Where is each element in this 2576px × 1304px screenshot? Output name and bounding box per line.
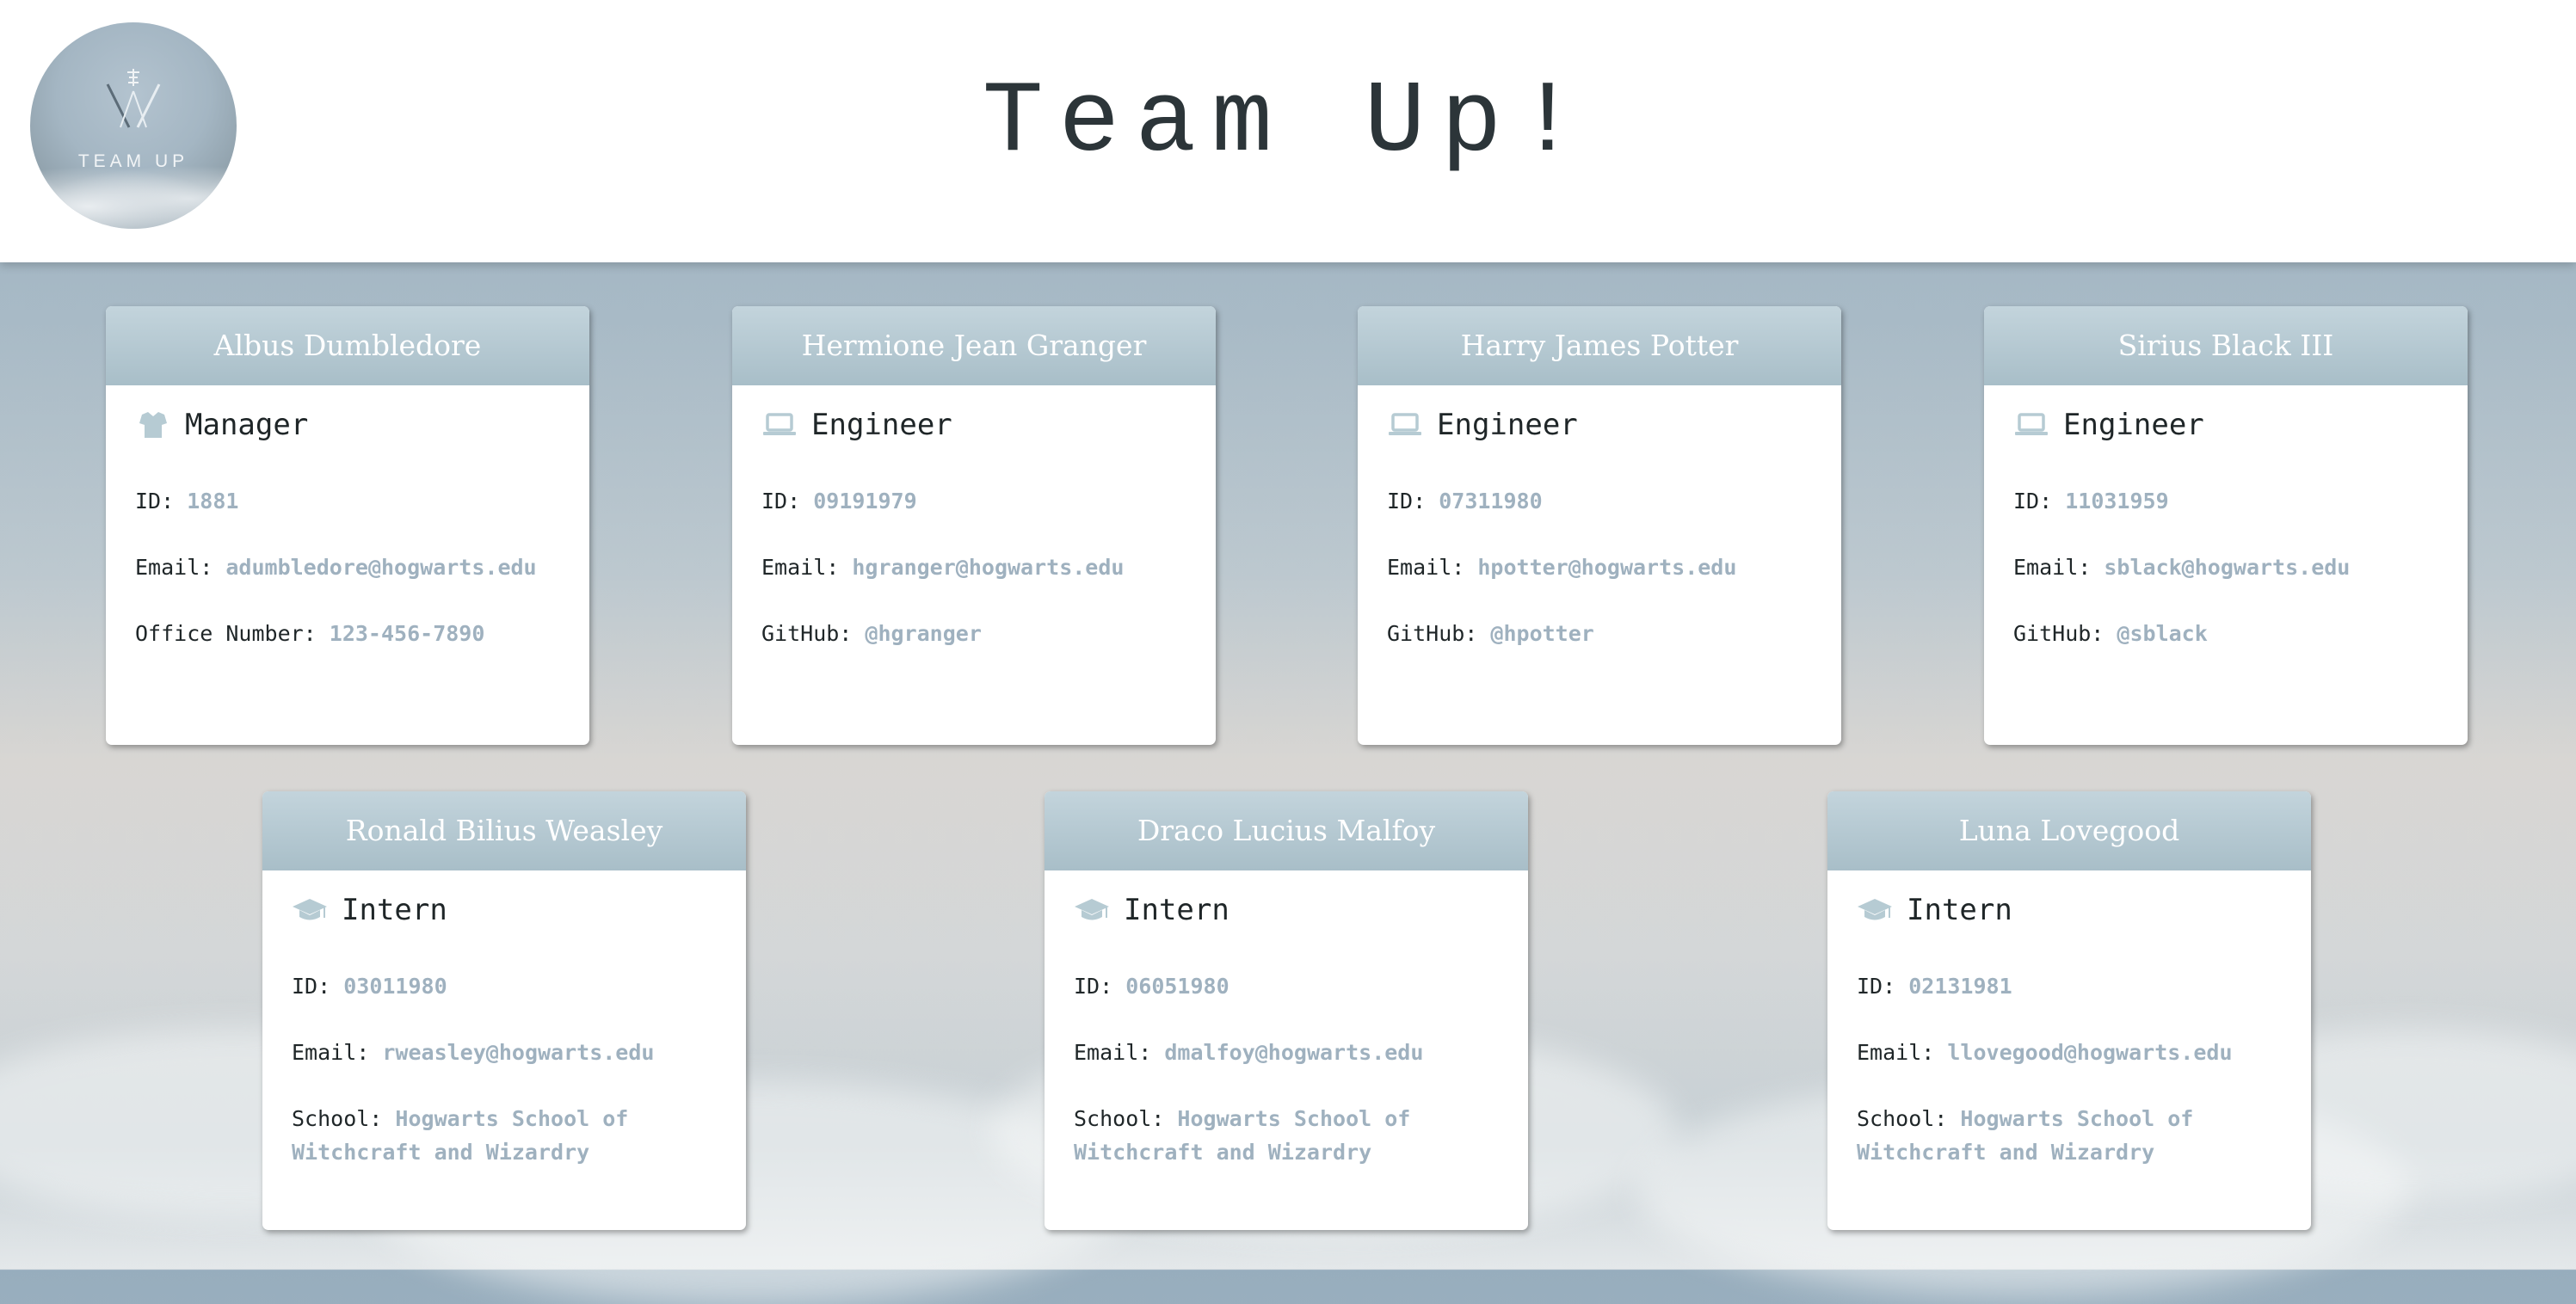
page-header: TEAM UP Team Up!: [0, 0, 2576, 262]
employee-card: Ronald Bilius Weasley Intern ID: 0301198…: [262, 791, 746, 1230]
email-link[interactable]: adumbledore@hogwarts.edu: [225, 555, 536, 580]
id-row: ID: 07311980: [1387, 484, 1543, 518]
employee-card: Luna Lovegood Intern ID: 02131981 Email:…: [1827, 791, 2311, 1230]
id-label: ID:: [2013, 489, 2053, 514]
id-value: 09191979: [813, 489, 917, 514]
github-row: GitHub: @hpotter: [1387, 617, 1594, 650]
card-role: Engineer: [1387, 403, 1578, 446]
email-row: Email: dmalfoy@hogwarts.edu: [1074, 1036, 1423, 1069]
email-link[interactable]: llovegood@hogwarts.edu: [1947, 1040, 2232, 1065]
card-role: Intern: [292, 889, 447, 932]
school-row: School: Hogwarts School of Witchcraft an…: [1857, 1102, 2252, 1169]
email-label: Email:: [761, 555, 840, 580]
laptop-icon: [2013, 410, 2049, 440]
id-label: ID:: [1387, 489, 1427, 514]
card-name: Hermione Jean Granger: [732, 306, 1216, 385]
graduation-cap-icon: [1857, 895, 1893, 925]
employee-card: Draco Lucius Malfoy Intern ID: 06051980 …: [1045, 791, 1528, 1230]
github-label: GitHub:: [2013, 621, 2105, 646]
school-row: School: Hogwarts School of Witchcraft an…: [1074, 1102, 1470, 1169]
github-label: GitHub:: [761, 621, 853, 646]
email-row: Email: adumbledore@hogwarts.edu: [135, 551, 537, 584]
role-label: Engineer: [811, 408, 952, 442]
card-name: Ronald Bilius Weasley: [262, 791, 746, 870]
id-row: ID: 03011980: [292, 969, 447, 1003]
id-value: 03011980: [343, 974, 447, 999]
office-number-row: Office Number: 123-456-7890: [135, 617, 484, 650]
email-row: Email: rweasley@hogwarts.edu: [292, 1036, 654, 1069]
laptop-icon: [1387, 410, 1423, 440]
role-label: Intern: [1124, 893, 1229, 927]
office-number-label: Office Number:: [135, 621, 317, 646]
id-label: ID:: [135, 489, 175, 514]
github-row: GitHub: @hgranger: [761, 617, 982, 650]
card-role: Manager: [135, 403, 308, 446]
id-label: ID:: [1074, 974, 1113, 999]
github-label: GitHub:: [1387, 621, 1478, 646]
employee-card: Albus Dumbledore Manager ID: 1881 Email:…: [106, 306, 589, 745]
email-row: Email: sblack@hogwarts.edu: [2013, 551, 2350, 584]
office-number-value: 123-456-7890: [329, 621, 485, 646]
role-label: Manager: [185, 408, 309, 442]
card-role: Engineer: [761, 403, 952, 446]
employee-card: Harry James Potter Engineer ID: 07311980…: [1358, 306, 1841, 745]
card-name: Sirius Black III: [1984, 306, 2468, 385]
id-value: 02131981: [1908, 974, 2012, 999]
graduation-cap-icon: [292, 895, 328, 925]
card-name: Luna Lovegood: [1827, 791, 2311, 870]
id-value: 1881: [187, 489, 239, 514]
id-row: ID: 11031959: [2013, 484, 2169, 518]
email-row: Email: llovegood@hogwarts.edu: [1857, 1036, 2233, 1069]
card-role: Intern: [1857, 889, 2012, 932]
github-value[interactable]: @hgranger: [865, 621, 981, 646]
email-link[interactable]: sblack@hogwarts.edu: [2104, 555, 2350, 580]
github-value[interactable]: @sblack: [2117, 621, 2207, 646]
id-label: ID:: [1857, 974, 1896, 999]
school-label: School:: [292, 1106, 383, 1131]
card-name: Draco Lucius Malfoy: [1045, 791, 1528, 870]
role-label: Engineer: [1437, 408, 1578, 442]
email-link[interactable]: hpotter@hogwarts.edu: [1477, 555, 1736, 580]
card-role: Intern: [1074, 889, 1229, 932]
page-title: Team Up!: [982, 66, 1594, 181]
graduation-cap-icon: [1074, 895, 1110, 925]
email-link[interactable]: dmalfoy@hogwarts.edu: [1164, 1040, 1423, 1065]
email-label: Email:: [135, 555, 213, 580]
id-row: ID: 06051980: [1074, 969, 1229, 1003]
card-role: Engineer: [2013, 403, 2204, 446]
email-label: Email:: [292, 1040, 370, 1065]
school-label: School:: [1074, 1106, 1165, 1131]
email-row: Email: hpotter@hogwarts.edu: [1387, 551, 1736, 584]
email-row: Email: hgranger@hogwarts.edu: [761, 551, 1124, 584]
card-name: Albus Dumbledore: [106, 306, 589, 385]
github-value[interactable]: @hpotter: [1490, 621, 1593, 646]
employee-card: Sirius Black III Engineer ID: 11031959 E…: [1984, 306, 2468, 745]
id-row: ID: 02131981: [1857, 969, 2012, 1003]
email-label: Email:: [1074, 1040, 1152, 1065]
id-value: 07311980: [1439, 489, 1543, 514]
email-label: Email:: [1857, 1040, 1935, 1065]
id-label: ID:: [761, 489, 801, 514]
github-row: GitHub: @sblack: [2013, 617, 2208, 650]
id-label: ID:: [292, 974, 331, 999]
email-label: Email:: [2013, 555, 2092, 580]
email-link[interactable]: hgranger@hogwarts.edu: [852, 555, 1124, 580]
role-label: Intern: [342, 893, 447, 927]
school-label: School:: [1857, 1106, 1948, 1131]
manager-icon: [135, 410, 171, 440]
role-label: Intern: [1907, 893, 2012, 927]
email-label: Email:: [1387, 555, 1465, 580]
employee-card: Hermione Jean Granger Engineer ID: 09191…: [732, 306, 1216, 745]
id-row: ID: 09191979: [761, 484, 917, 518]
email-link[interactable]: rweasley@hogwarts.edu: [382, 1040, 654, 1065]
laptop-icon: [761, 410, 798, 440]
role-label: Engineer: [2063, 408, 2204, 442]
id-value: 06051980: [1125, 974, 1229, 999]
card-name: Harry James Potter: [1358, 306, 1841, 385]
id-row: ID: 1881: [135, 484, 238, 518]
id-value: 11031959: [2065, 489, 2169, 514]
school-row: School: Hogwarts School of Witchcraft an…: [292, 1102, 687, 1169]
